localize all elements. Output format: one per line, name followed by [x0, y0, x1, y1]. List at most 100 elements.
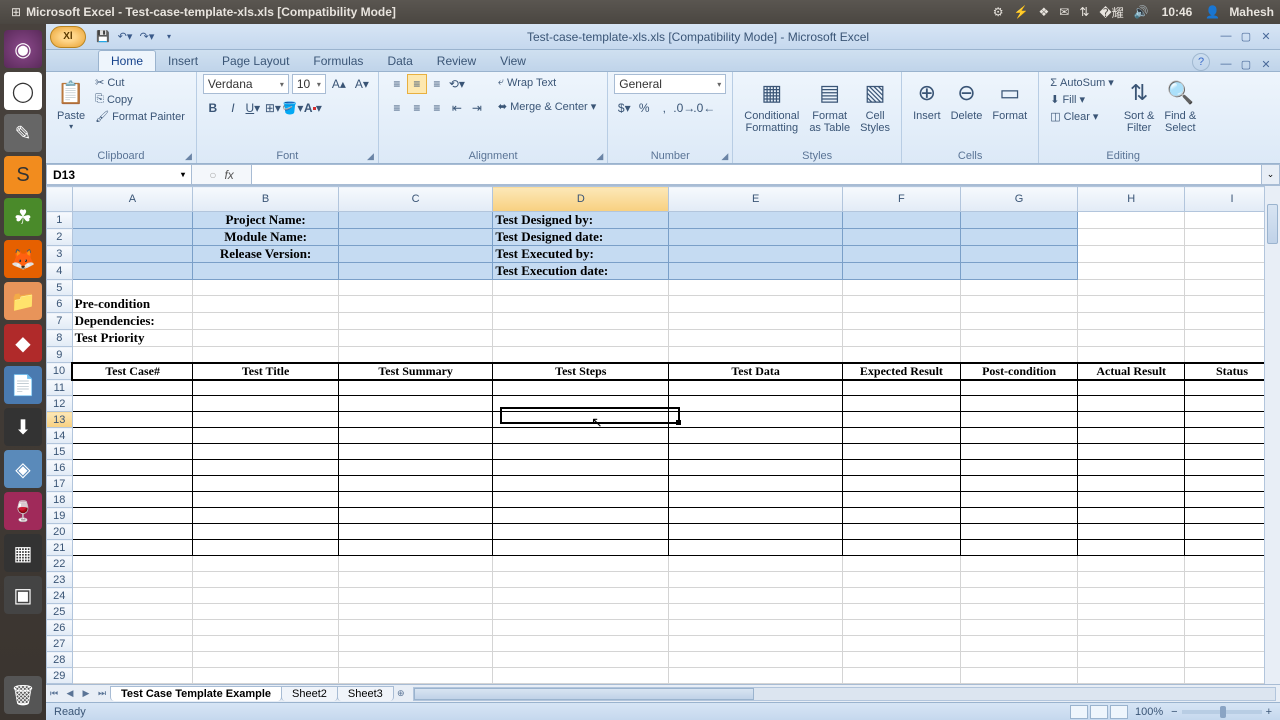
wifi-icon[interactable]: �耀	[1099, 4, 1123, 21]
cell-C12[interactable]	[338, 396, 492, 412]
cell-E16[interactable]	[669, 460, 843, 476]
tab-review[interactable]: Review	[425, 51, 488, 71]
cell-C3[interactable]	[338, 246, 492, 263]
row-header-23[interactable]: 23	[47, 572, 73, 588]
cell-F2[interactable]	[843, 229, 961, 246]
col-header-B[interactable]: B	[193, 187, 339, 212]
cell-E17[interactable]	[669, 476, 843, 492]
cell-G26[interactable]	[960, 620, 1078, 636]
cell-B29[interactable]	[193, 668, 339, 684]
cell-E29[interactable]	[669, 668, 843, 684]
battery-icon[interactable]: ⚡	[1014, 5, 1029, 19]
cell-F16[interactable]	[843, 460, 961, 476]
row-header-27[interactable]: 27	[47, 636, 73, 652]
cell-H20[interactable]	[1078, 524, 1185, 540]
clock[interactable]: 10:46	[1162, 5, 1193, 19]
number-launcher[interactable]: ◢	[721, 151, 728, 162]
cell-E11[interactable]	[669, 380, 843, 396]
tab-view[interactable]: View	[488, 51, 538, 71]
cell-D1[interactable]: Test Designed by:	[493, 212, 669, 229]
cell-E5[interactable]	[669, 280, 843, 296]
cell-E6[interactable]	[669, 296, 843, 313]
network-icon[interactable]: ⇅	[1079, 5, 1089, 19]
cell-F3[interactable]	[843, 246, 961, 263]
cell-B17[interactable]	[193, 476, 339, 492]
cell-G13[interactable]	[960, 412, 1078, 428]
font-launcher[interactable]: ◢	[367, 151, 374, 162]
copy-button[interactable]: ⎘Copy	[92, 92, 188, 107]
cell-D17[interactable]	[493, 476, 669, 492]
cell-H21[interactable]	[1078, 540, 1185, 556]
dropbox-icon[interactable]: ❖	[1039, 5, 1050, 19]
font-color-button[interactable]: A▾	[303, 98, 323, 118]
row-header-18[interactable]: 18	[47, 492, 73, 508]
doc-close-button[interactable]: ✕	[1256, 58, 1276, 71]
cell-F25[interactable]	[843, 604, 961, 620]
cell-E10[interactable]: Test Data	[669, 363, 843, 380]
cell-H12[interactable]	[1078, 396, 1185, 412]
cell-E2[interactable]	[669, 229, 843, 246]
cell-H23[interactable]	[1078, 572, 1185, 588]
mail-icon[interactable]: ✉	[1059, 5, 1069, 19]
cell-F22[interactable]	[843, 556, 961, 572]
row-header-28[interactable]: 28	[47, 652, 73, 668]
cell-D21[interactable]	[493, 540, 669, 556]
cell-G27[interactable]	[960, 636, 1078, 652]
cell-A2[interactable]	[72, 229, 193, 246]
cell-F20[interactable]	[843, 524, 961, 540]
cell-H27[interactable]	[1078, 636, 1185, 652]
cell-G9[interactable]	[960, 347, 1078, 363]
cell-B13[interactable]	[193, 412, 339, 428]
cell-E23[interactable]	[669, 572, 843, 588]
cell-E24[interactable]	[669, 588, 843, 604]
horizontal-scrollbar[interactable]	[413, 687, 1276, 701]
fill-button[interactable]: ⬇Fill ▾	[1047, 92, 1117, 107]
percent-button[interactable]: %	[634, 98, 654, 118]
user-icon[interactable]: 👤	[1205, 5, 1220, 19]
cell-H25[interactable]	[1078, 604, 1185, 620]
cell-C13[interactable]	[338, 412, 492, 428]
cell-E25[interactable]	[669, 604, 843, 620]
cell-H15[interactable]	[1078, 444, 1185, 460]
cell-B24[interactable]	[193, 588, 339, 604]
cell-A17[interactable]	[72, 476, 193, 492]
indicator-icon[interactable]: ⚙	[993, 5, 1004, 19]
row-header-1[interactable]: 1	[47, 212, 73, 229]
row-header-8[interactable]: 8	[47, 330, 73, 347]
cell-A5[interactable]	[72, 280, 193, 296]
cell-D4[interactable]: Test Execution date:	[493, 263, 669, 280]
volume-icon[interactable]: 🔊	[1134, 5, 1149, 19]
orientation-button[interactable]: ⟲▾	[447, 74, 467, 94]
cell-D9[interactable]	[493, 347, 669, 363]
cell-H9[interactable]	[1078, 347, 1185, 363]
sheet-nav-next[interactable]: ▶	[78, 688, 94, 699]
number-format-combo[interactable]: General▾	[614, 74, 726, 94]
cell-C18[interactable]	[338, 492, 492, 508]
cell-D27[interactable]	[493, 636, 669, 652]
cell-A24[interactable]	[72, 588, 193, 604]
cell-G5[interactable]	[960, 280, 1078, 296]
cell-E28[interactable]	[669, 652, 843, 668]
cell-F1[interactable]	[843, 212, 961, 229]
firefox-icon[interactable]: 🦊	[4, 240, 42, 278]
cell-E12[interactable]	[669, 396, 843, 412]
cell-B28[interactable]	[193, 652, 339, 668]
cell-G2[interactable]	[960, 229, 1078, 246]
row-header-17[interactable]: 17	[47, 476, 73, 492]
cell-C6[interactable]	[338, 296, 492, 313]
cell-E19[interactable]	[669, 508, 843, 524]
writer-icon[interactable]: 📄	[4, 366, 42, 404]
gedit-icon[interactable]: ✎	[4, 114, 42, 152]
col-header-H[interactable]: H	[1078, 187, 1185, 212]
qat-customize-icon[interactable]: ▾	[160, 28, 178, 46]
cell-H10[interactable]: Actual Result	[1078, 363, 1185, 380]
cell-G28[interactable]	[960, 652, 1078, 668]
cell-H6[interactable]	[1078, 296, 1185, 313]
row-header-12[interactable]: 12	[47, 396, 73, 412]
zoom-slider[interactable]	[1182, 710, 1262, 714]
row-header-3[interactable]: 3	[47, 246, 73, 263]
cell-G22[interactable]	[960, 556, 1078, 572]
cell-D18[interactable]	[493, 492, 669, 508]
cell-H13[interactable]	[1078, 412, 1185, 428]
cell-C1[interactable]	[338, 212, 492, 229]
